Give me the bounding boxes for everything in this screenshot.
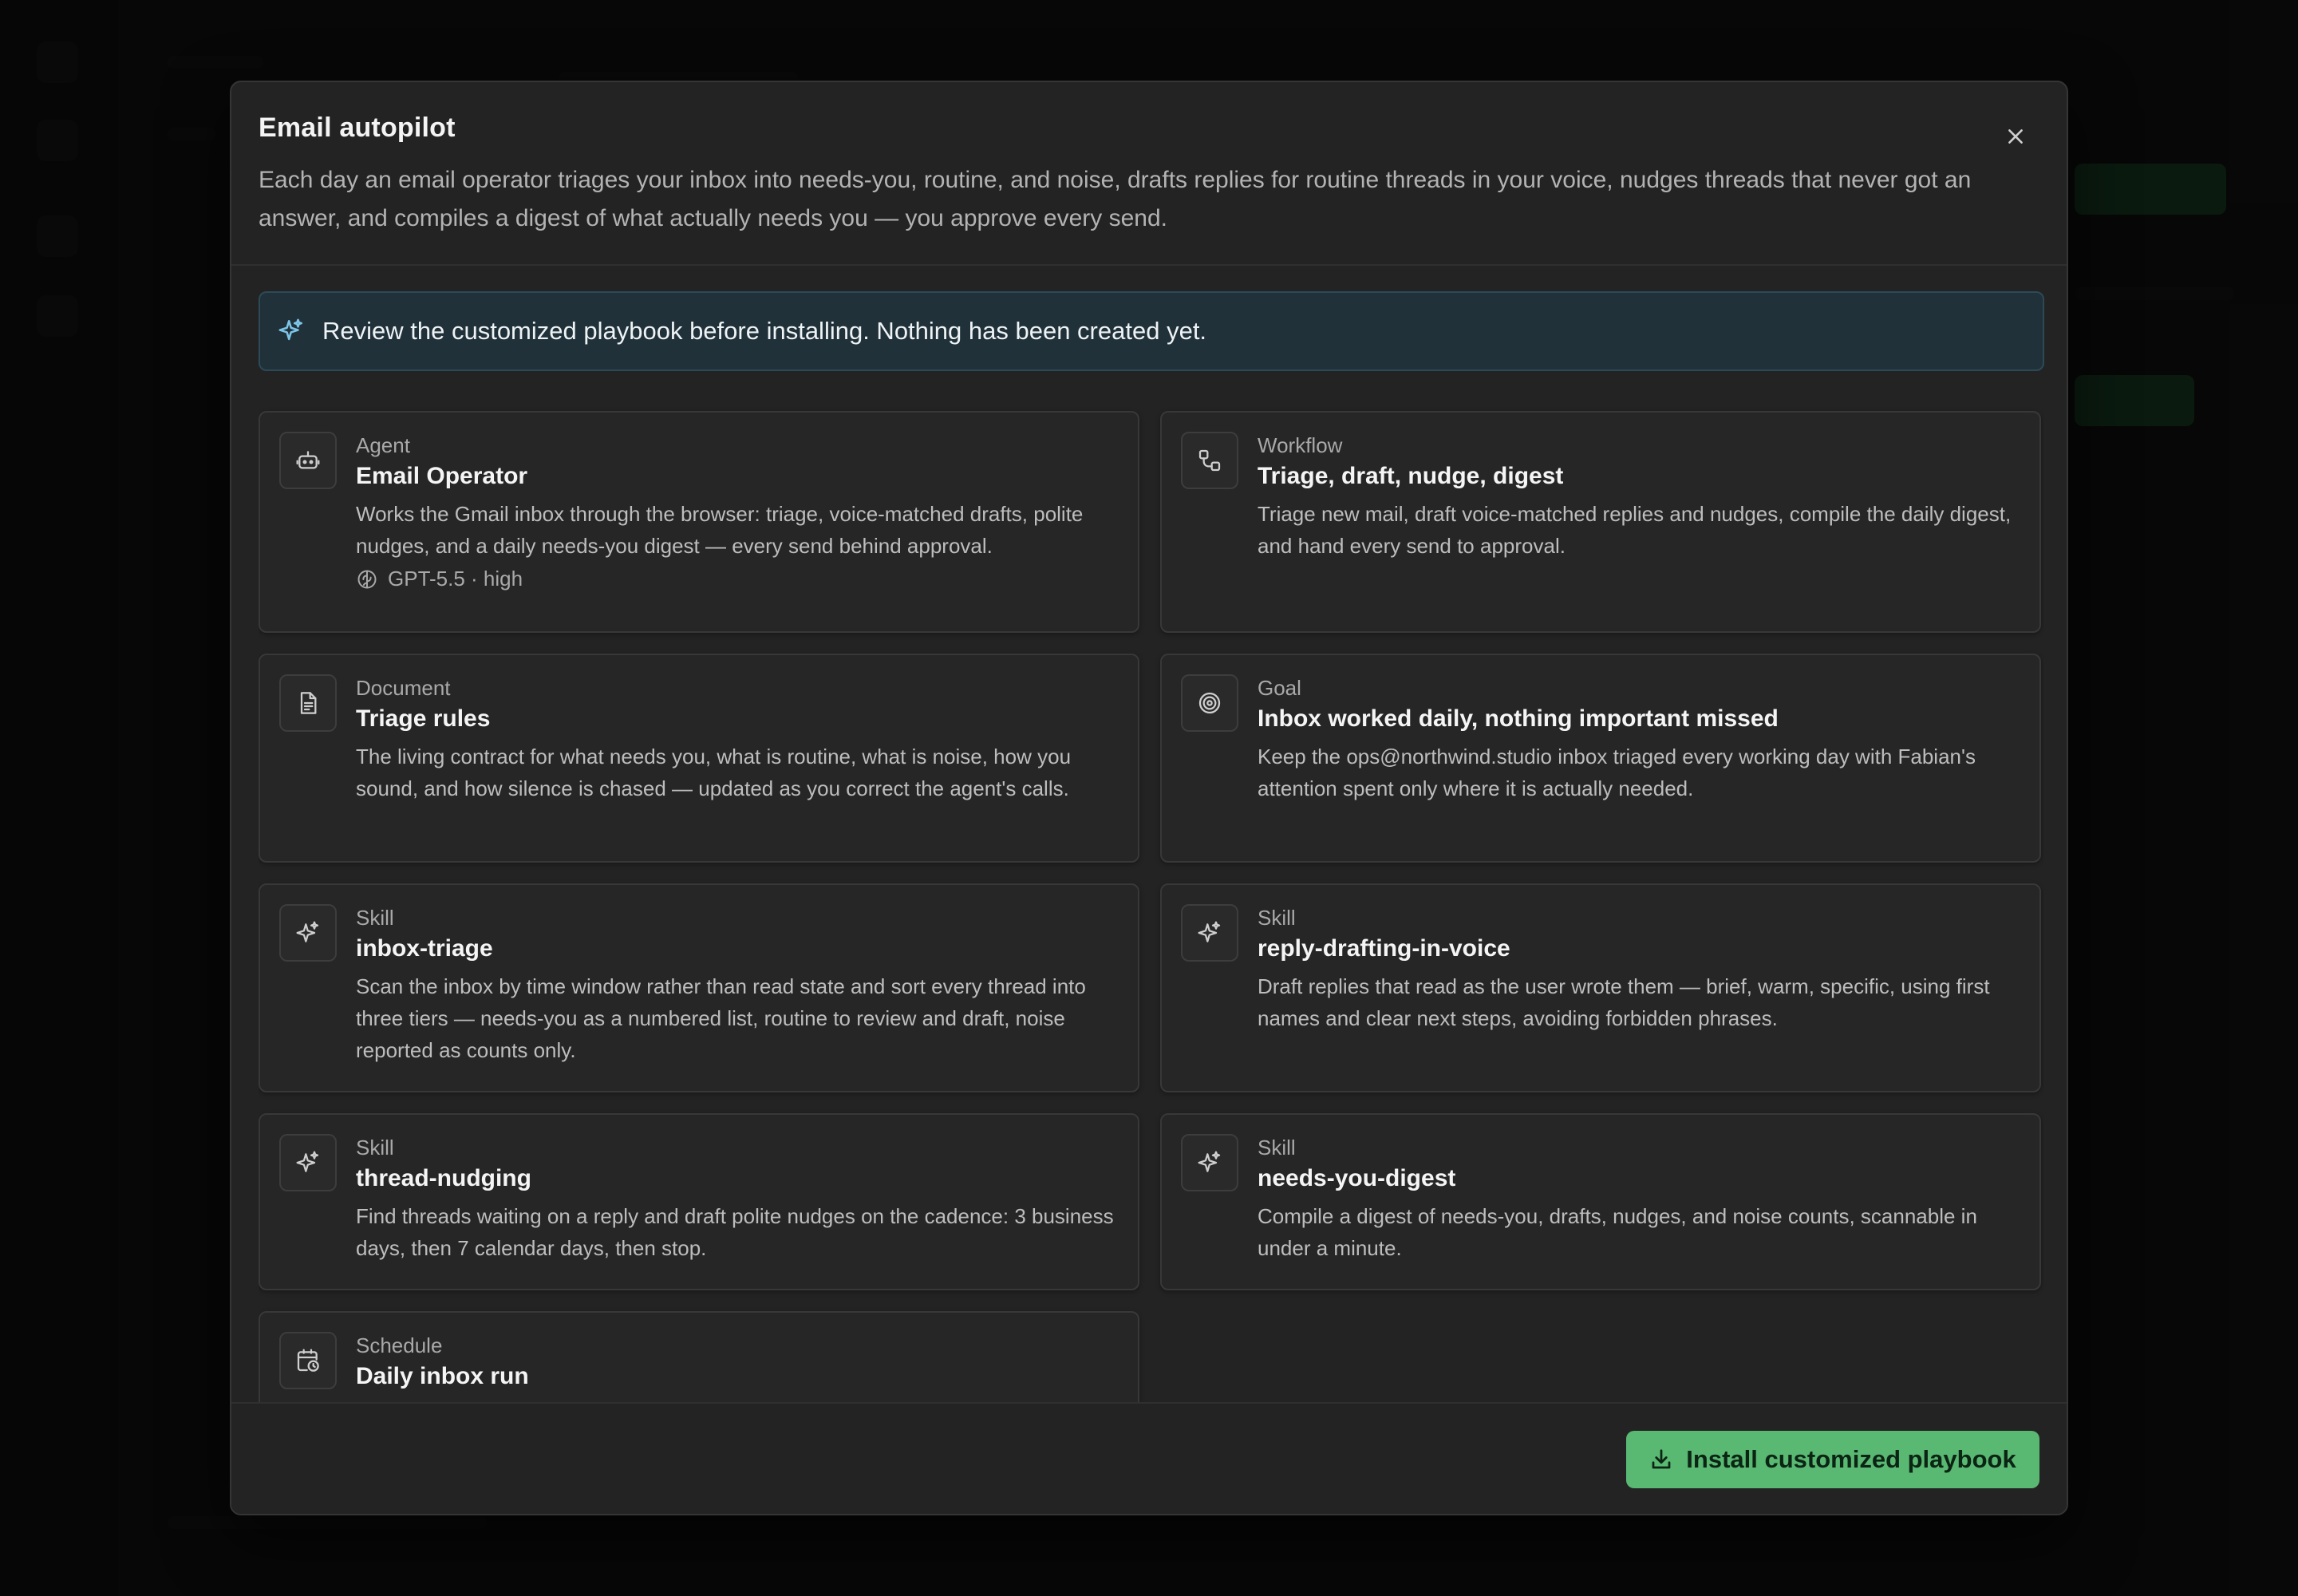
document-icon: [279, 674, 337, 732]
card-type: Workflow: [1258, 433, 1343, 457]
card-type: Skill: [356, 906, 394, 930]
card-description: Scan the inbox by time window rather tha…: [356, 974, 1086, 1062]
card-title: Inbox worked daily, nothing important mi…: [1258, 705, 1779, 732]
card-type: Goal: [1258, 676, 1301, 700]
card-description: Draft replies that read as the user wrot…: [1258, 974, 1990, 1030]
robot-icon: [279, 432, 337, 489]
card-description: Keep the ops@northwind.studio inbox tria…: [1258, 745, 1976, 800]
card-type: Skill: [1258, 906, 1296, 930]
sparkle-icon: [1181, 1134, 1238, 1191]
card-title: Triage, draft, nudge, digest: [1258, 463, 1564, 489]
dialog-footer: Install customized playbook: [231, 1402, 2067, 1514]
model-meta: GPT-5.5 · high: [356, 567, 1119, 591]
card-title: needs-you-digest: [1258, 1165, 1456, 1191]
dialog-title: Email autopilot: [259, 113, 456, 143]
card-title: Triage rules: [356, 705, 491, 732]
banner-text: Review the customized playbook before in…: [322, 317, 1207, 345]
card-description: Works the Gmail inbox through the browse…: [356, 502, 1084, 558]
calendar-clock-icon: [279, 1332, 337, 1389]
playbook-card-skill-reply-drafting: Skill reply-drafting-in-voice Draft repl…: [1160, 883, 2041, 1092]
sparkle-icon: [279, 1134, 337, 1191]
dialog-body[interactable]: Review the customized playbook before in…: [259, 291, 2044, 1485]
brain-icon: [356, 568, 378, 591]
card-description: The living contract for what needs you, …: [356, 745, 1072, 800]
card-type: Schedule: [356, 1333, 443, 1357]
card-type: Skill: [356, 1136, 394, 1159]
card-title: inbox-triage: [356, 935, 493, 962]
playbook-card-workflow: Workflow Triage, draft, nudge, digest Tr…: [1160, 411, 2041, 633]
playbook-card-skill-thread-nudging: Skill thread-nudging Find threads waitin…: [259, 1113, 1139, 1290]
target-icon: [1181, 674, 1238, 732]
workflow-icon: [1181, 432, 1238, 489]
card-type: Document: [356, 676, 451, 700]
sparkle-icon: [1181, 904, 1238, 962]
sparkle-icon: [279, 904, 337, 962]
model-label: GPT-5.5 · high: [388, 567, 523, 591]
card-title: Email Operator: [356, 463, 528, 489]
install-button-label: Install customized playbook: [1686, 1445, 2016, 1473]
dialog-header: Email autopilot Each day an email operat…: [231, 82, 2067, 266]
card-title: Daily inbox run: [356, 1363, 529, 1389]
playbook-card-goal: Goal Inbox worked daily, nothing importa…: [1160, 654, 2041, 863]
playbook-card-document: Document Triage rules The living contrac…: [259, 654, 1139, 863]
review-banner: Review the customized playbook before in…: [259, 291, 2044, 371]
card-title: reply-drafting-in-voice: [1258, 935, 1510, 962]
playbook-card-skill-inbox-triage: Skill inbox-triage Scan the inbox by tim…: [259, 883, 1139, 1092]
download-icon: [1649, 1448, 1673, 1472]
card-description: Compile a digest of needs-you, drafts, n…: [1258, 1204, 1977, 1260]
close-button[interactable]: [1996, 117, 2035, 156]
sparkle-icon: [278, 318, 305, 345]
email-autopilot-dialog: Email autopilot Each day an email operat…: [230, 81, 2068, 1515]
close-icon: [2005, 126, 2026, 147]
card-description: Triage new mail, draft voice-matched rep…: [1258, 502, 2012, 558]
card-title: thread-nudging: [356, 1165, 531, 1191]
card-description: Find threads waiting on a reply and draf…: [356, 1204, 1114, 1260]
install-playbook-button[interactable]: Install customized playbook: [1626, 1431, 2039, 1488]
card-type: Agent: [356, 433, 410, 457]
playbook-card-agent: Agent Email Operator Works the Gmail inb…: [259, 411, 1139, 633]
playbook-card-skill-needs-you-digest: Skill needs-you-digest Compile a digest …: [1160, 1113, 2041, 1290]
card-type: Skill: [1258, 1136, 1296, 1159]
dialog-description: Each day an email operator triages your …: [259, 167, 1972, 231]
